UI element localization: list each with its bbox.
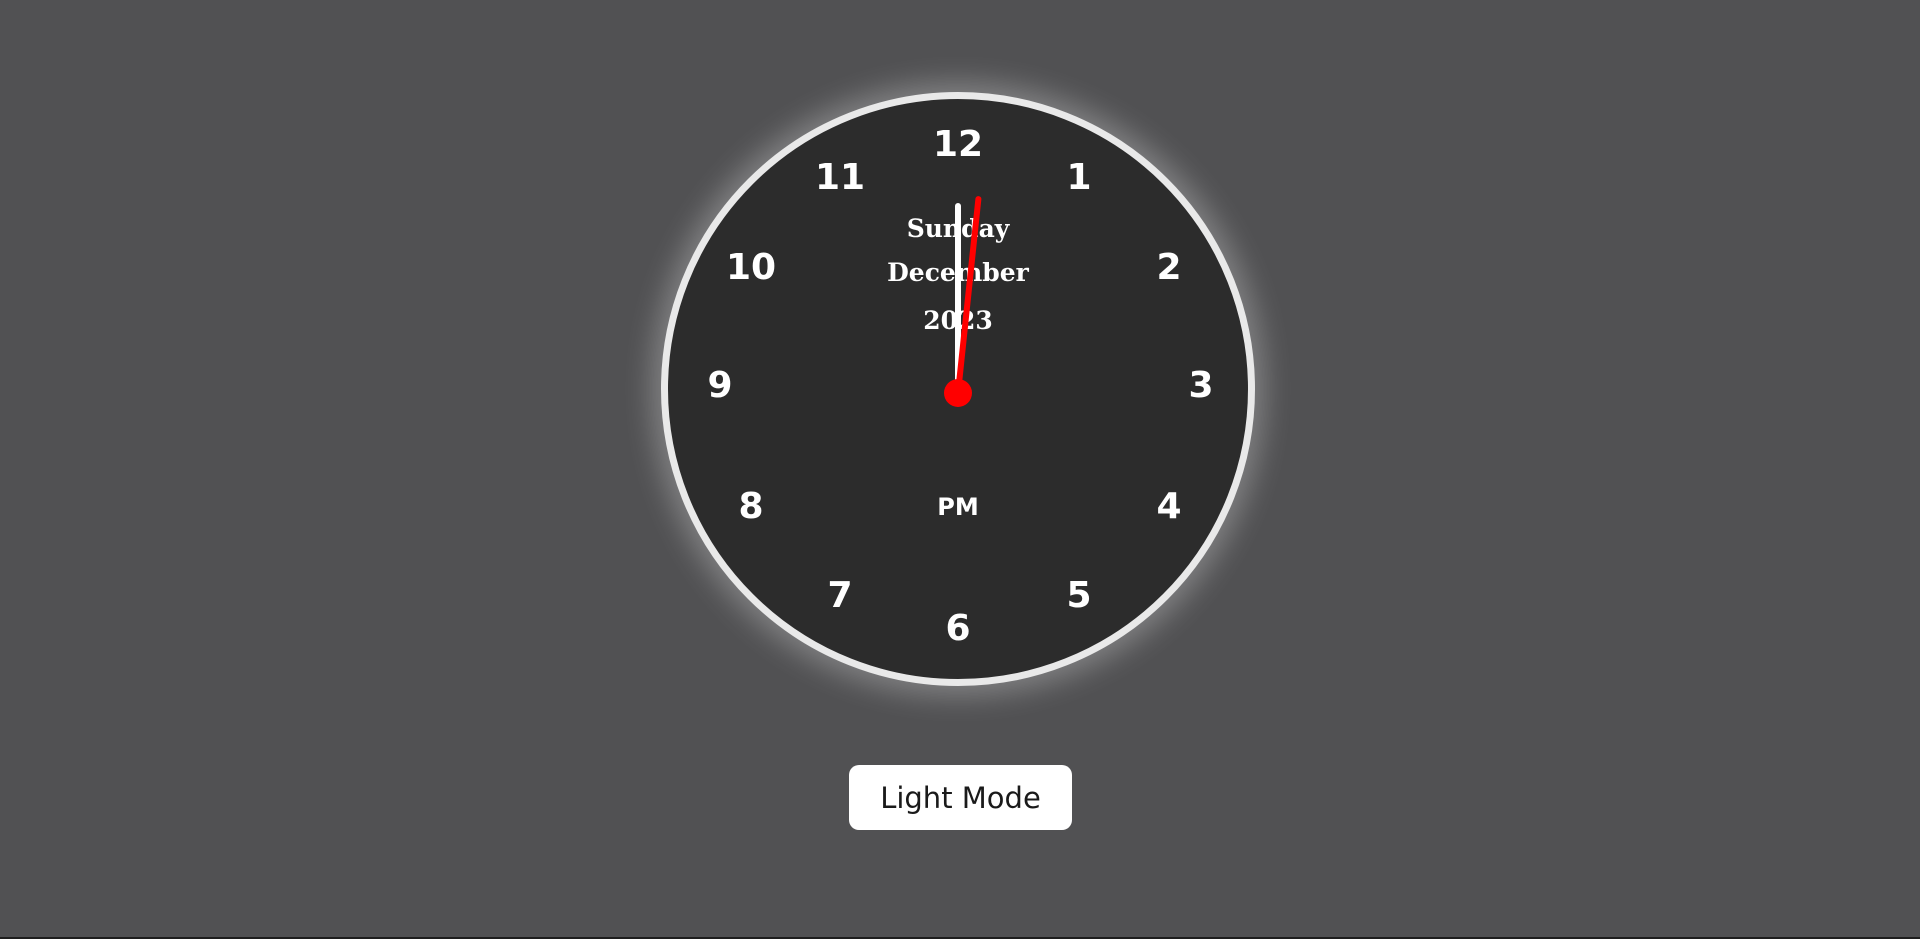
clock-number-11: 11 (814, 157, 866, 198)
clock-number-6: 6 (945, 608, 971, 649)
clock-center-dot (944, 379, 972, 407)
clock-number-4: 4 (1156, 486, 1182, 527)
analog-clock: 12 1 2 3 4 5 6 7 8 9 10 11 Sunday Decemb… (661, 92, 1255, 686)
clock-number-5: 5 (1066, 575, 1092, 616)
clock-number-7: 7 (827, 575, 853, 616)
light-mode-button[interactable]: Light Mode (849, 765, 1072, 830)
clock-number-12: 12 (932, 124, 984, 165)
clock-number-3: 3 (1188, 365, 1214, 406)
clock-number-9: 9 (707, 365, 733, 406)
clock-number-1: 1 (1066, 157, 1092, 198)
clock-number-8: 8 (738, 486, 764, 527)
clock-period: PM (937, 493, 979, 521)
clock-number-2: 2 (1156, 247, 1182, 288)
clock-number-10: 10 (725, 247, 777, 288)
page: 12 1 2 3 4 5 6 7 8 9 10 11 Sunday Decemb… (0, 0, 1920, 939)
